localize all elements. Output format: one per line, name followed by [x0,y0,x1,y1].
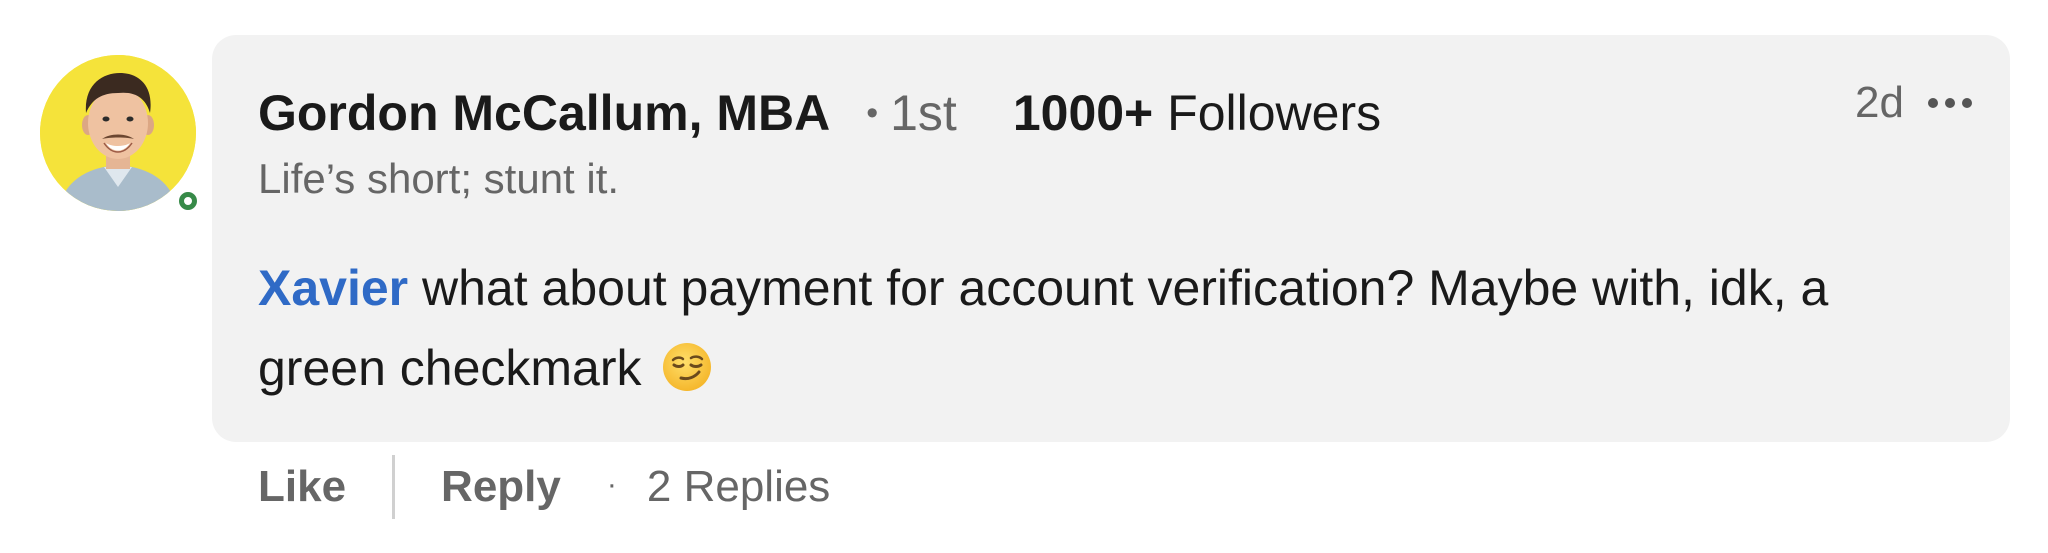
action-separator: · [606,468,617,501]
avatar[interactable] [40,55,196,211]
followers-label: Followers [1167,85,1382,141]
followers-count: 1000+ [1012,85,1154,141]
comment-actions: Like Reply · 2 Replies [258,450,830,524]
more-horizontal-icon [1928,98,1938,108]
more-horizontal-icon [1945,98,1955,108]
mention-link[interactable]: Xavier [258,260,408,316]
author-name-link[interactable]: Gordon McCallum, MBA [258,83,830,143]
online-status-indicator [174,187,202,215]
view-replies-link[interactable]: 2 Replies [647,462,830,512]
comment-message: what about payment for account verificat… [258,260,1829,396]
action-divider [392,455,396,519]
author-avatar-container[interactable] [40,55,202,215]
more-options-button[interactable] [1928,83,1972,123]
comment-header: Gordon McCallum, MBA • 1st 1000+ Followe… [258,83,1381,149]
followers-info: 1000+ Followers [1013,83,1381,143]
more-horizontal-icon [1962,98,1972,108]
comment-text: Xavier what about payment for account ve… [258,248,1958,416]
smirking-face-icon [661,336,713,416]
reply-button[interactable]: Reply [441,462,561,512]
avatar-photo [40,55,196,211]
connection-degree: 1st [890,85,957,141]
online-ring-icon [179,192,197,210]
degree-separator: • [866,94,879,132]
comment-meta: 2d [1855,73,1972,133]
comment-bubble: Gordon McCallum, MBA • 1st 1000+ Followe… [212,35,2010,442]
like-button[interactable]: Like [258,462,346,512]
comment-timestamp: 2d [1855,78,1904,127]
author-headline: Life’s short; stunt it. [258,155,620,202]
